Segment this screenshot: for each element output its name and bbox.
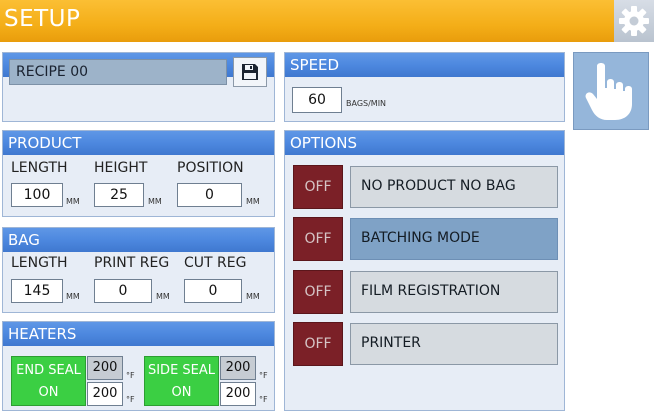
product-length-unit: MM xyxy=(66,197,80,206)
batching-mode-toggle[interactable]: OFF xyxy=(293,217,343,261)
manual-mode-button[interactable] xyxy=(573,52,649,130)
end-seal-set-unit: °F xyxy=(126,395,135,404)
product-length-input[interactable]: 100 xyxy=(11,183,63,207)
bag-printreg-unit: MM xyxy=(156,292,170,301)
option-label-batching-mode[interactable]: BATCHING MODE xyxy=(350,218,558,260)
header-bar: SETUP xyxy=(0,0,654,42)
product-length-label: LENGTH xyxy=(11,160,68,176)
product-header: PRODUCT xyxy=(3,131,274,155)
end-seal-actual-temp: 200 xyxy=(87,356,123,380)
floppy-disk-icon xyxy=(242,64,258,80)
bag-cutreg-label: CUT REG xyxy=(184,255,247,271)
bag-cutreg-unit: MM xyxy=(246,292,260,301)
product-height-unit: MM xyxy=(148,197,162,206)
side-seal-actual-temp: 200 xyxy=(220,356,256,380)
bag-length-input[interactable]: 145 xyxy=(11,279,63,303)
end-seal-state: ON xyxy=(38,385,59,400)
film-registration-toggle[interactable]: OFF xyxy=(293,270,343,314)
bag-cutreg-input[interactable]: 0 xyxy=(184,279,242,303)
product-position-unit: MM xyxy=(246,197,260,206)
side-seal-set-unit: °F xyxy=(259,395,268,404)
side-seal-set-temp[interactable]: 200 xyxy=(220,382,256,406)
end-seal-label: END SEAL xyxy=(16,363,81,378)
printer-toggle[interactable]: OFF xyxy=(293,322,343,366)
product-height-input[interactable]: 25 xyxy=(94,183,144,207)
product-position-input[interactable]: 0 xyxy=(177,183,242,207)
bag-length-label: LENGTH xyxy=(11,255,68,271)
options-header: OPTIONS xyxy=(285,131,564,155)
bag-header: BAG xyxy=(3,228,274,252)
recipe-select[interactable]: RECIPE 00 xyxy=(9,59,227,85)
hand-pointer-icon xyxy=(585,63,632,120)
side-seal-label: SIDE SEAL xyxy=(147,363,216,378)
speed-input[interactable]: 60 xyxy=(292,87,342,113)
option-label-printer[interactable]: PRINTER xyxy=(350,323,558,365)
side-seal-actual-unit: °F xyxy=(259,371,268,380)
speed-header: SPEED xyxy=(285,53,564,77)
heaters-header: HEATERS xyxy=(3,322,274,346)
product-position-label: POSITION xyxy=(177,160,244,176)
end-seal-toggle[interactable]: END SEAL ON xyxy=(11,356,86,406)
page-title: SETUP xyxy=(4,6,81,32)
side-seal-toggle[interactable]: SIDE SEAL ON xyxy=(144,356,219,406)
speed-unit: BAGS/MIN xyxy=(346,99,387,108)
product-height-label: HEIGHT xyxy=(94,160,148,176)
bag-printreg-input[interactable]: 0 xyxy=(94,279,152,303)
bag-length-unit: MM xyxy=(66,292,80,301)
end-seal-set-temp[interactable]: 200 xyxy=(87,382,123,406)
side-seal-state: ON xyxy=(171,385,192,400)
option-label-film-registration[interactable]: FILM REGISTRATION xyxy=(350,271,558,313)
end-seal-actual-unit: °F xyxy=(126,371,135,380)
option-label-no-product-no-bag[interactable]: NO PRODUCT NO BAG xyxy=(350,166,558,208)
no-product-no-bag-toggle[interactable]: OFF xyxy=(293,165,343,209)
save-recipe-button[interactable] xyxy=(233,57,267,87)
bag-printreg-label: PRINT REG xyxy=(94,255,170,271)
settings-button[interactable] xyxy=(614,0,654,42)
gear-icon xyxy=(619,6,649,36)
